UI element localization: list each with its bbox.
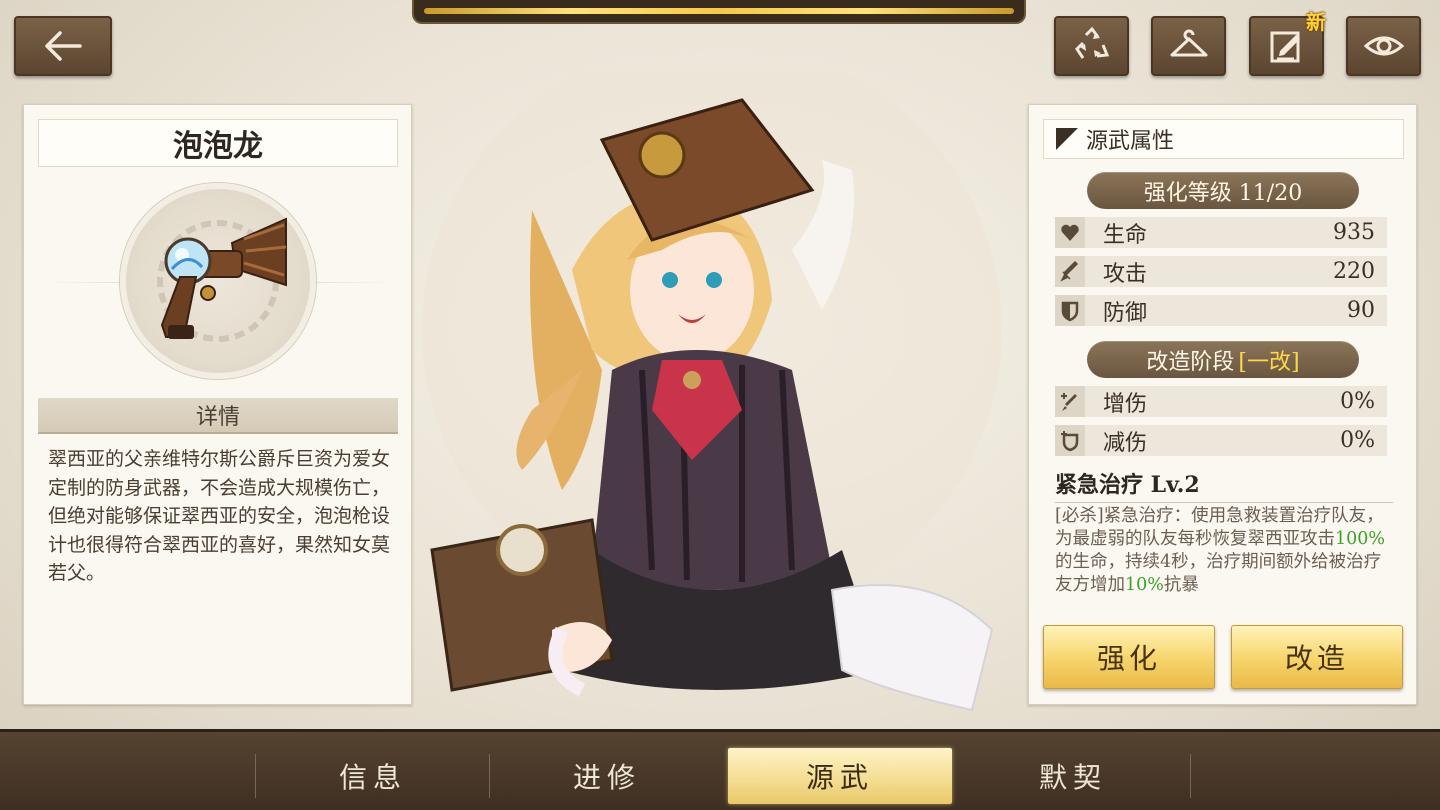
outfit-button[interactable]	[1151, 16, 1226, 76]
enhance-button[interactable]: 强化	[1043, 625, 1215, 689]
edit-note-icon	[1270, 31, 1300, 63]
tab-separator	[1190, 754, 1191, 798]
refine-stage-pill: 改造阶段 [一改]	[1087, 341, 1359, 378]
view-button[interactable]	[1346, 16, 1421, 76]
skill-desc-part3: 抗暴	[1163, 575, 1199, 595]
top-progress-frame	[412, 0, 1026, 24]
stat-value: 935	[1333, 220, 1375, 245]
stat-label: 增伤	[1103, 391, 1148, 417]
tab-weapon[interactable]: 源武	[728, 748, 952, 804]
character-illustration	[412, 40, 1028, 730]
refine-label: 改造阶段	[1146, 349, 1235, 375]
skill-name: 紧急治疗 Lv.2	[1055, 472, 1200, 498]
stat-row-damage-reduction: 减伤 0%	[1055, 425, 1387, 456]
bottom-tab-bar: 信息 进修 源武 默契	[0, 729, 1440, 810]
character-figure	[422, 40, 1002, 712]
tab-rapport[interactable]: 默契	[958, 748, 1188, 804]
eye-icon	[1363, 36, 1404, 56]
attributes-header: 源武属性	[1043, 119, 1404, 159]
weapon-name: 泡泡龙	[38, 119, 398, 167]
stat-value: 0%	[1340, 428, 1375, 453]
stat-value: 220	[1333, 259, 1375, 284]
skill-desc-pct1: 100%	[1335, 529, 1386, 549]
notes-button[interactable]: 新	[1249, 10, 1326, 76]
arrow-left-icon	[45, 31, 82, 61]
heart-icon	[1061, 224, 1079, 241]
stat-row-damage-bonus: 增伤 0%	[1055, 386, 1387, 417]
new-badge: 新	[1306, 10, 1326, 34]
tab-info[interactable]: 信息	[258, 748, 488, 804]
stat-label: 防御	[1103, 300, 1148, 326]
corner-mark	[1056, 128, 1078, 150]
stat-row-hp: 生命 935	[1055, 217, 1387, 248]
weapon-description: 翠西亚的父亲维特尔斯公爵斥巨资为爱女定制的防身武器，不会造成大规模伤亡，但绝对能…	[48, 448, 391, 584]
tab-training[interactable]: 进修	[492, 748, 722, 804]
skill-desc-pct2: 10%	[1125, 575, 1164, 595]
sword-plus-icon	[1061, 392, 1077, 411]
refine-button[interactable]: 改造	[1231, 625, 1403, 689]
hanger-icon	[1170, 29, 1207, 57]
weapon-portrait[interactable]	[120, 183, 316, 379]
tab-separator	[489, 754, 490, 798]
stat-label: 减伤	[1103, 430, 1148, 456]
skill-desc-part2: 的生命，持续4秒，治疗期间额外给被治疗友方增加	[1055, 552, 1382, 595]
sword-icon	[1060, 260, 1079, 282]
top-glow-bar	[424, 8, 1014, 14]
stat-label: 攻击	[1103, 261, 1148, 287]
stat-label: 生命	[1103, 222, 1148, 248]
attributes-title: 源武属性	[1086, 129, 1175, 154]
weapon-info-panel: 泡泡龙 详情 翠西亚的父亲维特尔斯公爵斥巨资为爱女定制的防身武器，不会造成大规模…	[23, 104, 412, 705]
skill-description: [必杀]紧急治疗：使用急救装置治疗队友，为最虚弱的队友每秒恢复翠西亚攻击100%…	[1055, 502, 1393, 597]
shield-icon	[1061, 301, 1079, 321]
stat-row-defense: 防御 90	[1055, 295, 1387, 326]
back-button[interactable]	[14, 16, 112, 76]
refine-stage: [一改]	[1238, 349, 1300, 375]
stat-value: 0%	[1340, 389, 1375, 414]
detail-header: 详情	[38, 398, 398, 434]
enhance-level-pill: 强化等级 11/20	[1087, 172, 1359, 209]
stat-row-attack: 攻击 220	[1055, 256, 1387, 287]
tab-separator	[255, 754, 256, 798]
recycle-icon	[1074, 26, 1109, 59]
stat-value: 90	[1347, 298, 1375, 323]
attributes-panel: 源武属性 强化等级 11/20 生命 935 攻击 220 防御 90 改造阶段…	[1028, 104, 1417, 705]
recycle-button[interactable]	[1054, 16, 1129, 76]
shield-plus-icon	[1061, 430, 1079, 451]
bubble-gun-icon	[157, 217, 287, 342]
